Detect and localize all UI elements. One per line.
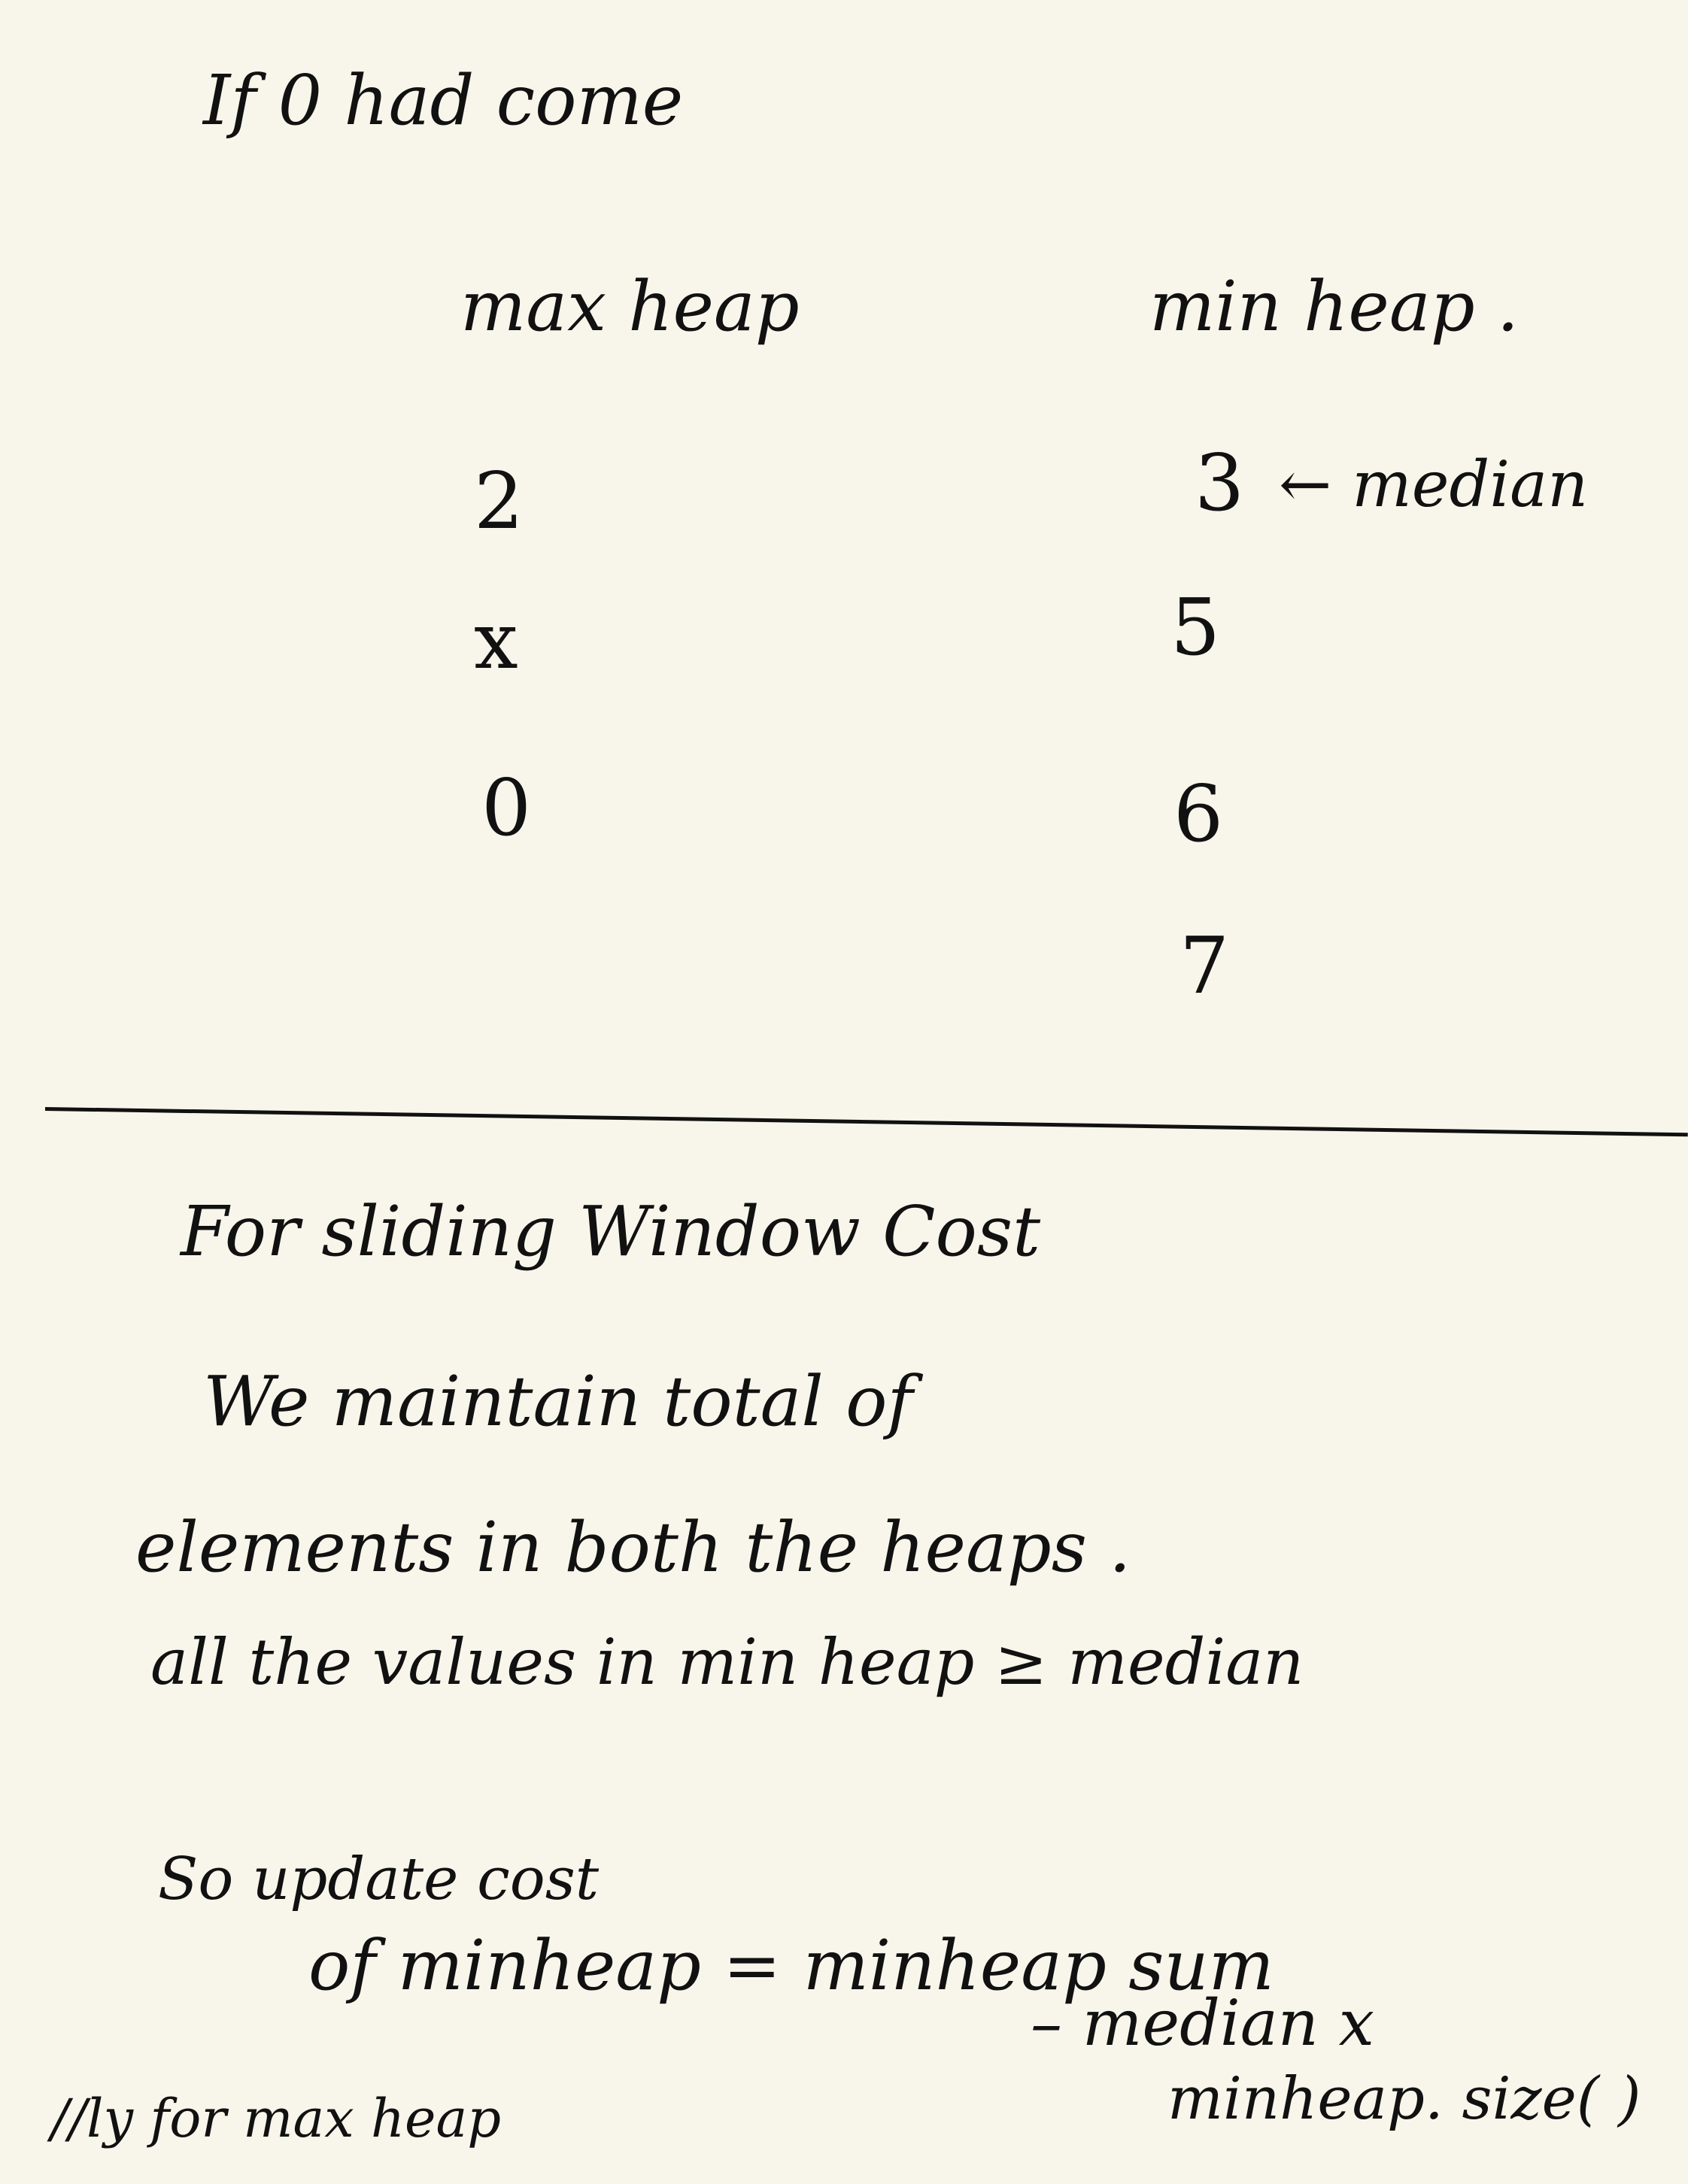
max-heap-value-2: 2 [474,455,524,547]
note-line-2: elements in both the heaps . [135,1507,1131,1588]
section-divider [44,1107,1688,1137]
handwritten-note-page: If 0 had come max heap min heap . 2 x 0 … [0,0,1688,2184]
note-line-3: all the values in min heap ≥ median [150,1625,1304,1699]
min-heap-value-6: 6 [1173,768,1224,860]
max-heap-value-0: 0 [481,762,532,854]
max-heap-value-crossed: x [474,595,518,687]
min-heap-value-3: 3 [1195,437,1245,529]
section-title: For sliding Window Cost [181,1191,1041,1272]
note-line-7: minheap. size( ) [1167,2065,1641,2133]
note-line-6: – median x [1031,1986,1374,2060]
note-line-4: So update cost [158,1846,600,1913]
median-marker: ← median [1279,447,1589,521]
note-line-8: //ly for max heap [51,2088,502,2149]
note-heading: If 0 had come [203,60,684,141]
min-heap-value-7: 7 [1179,920,1230,1012]
note-line-1: We maintain total of [203,1361,913,1442]
min-heap-label: min heap . [1149,266,1520,347]
min-heap-value-5: 5 [1170,581,1221,673]
max-heap-label: max heap [460,266,800,347]
